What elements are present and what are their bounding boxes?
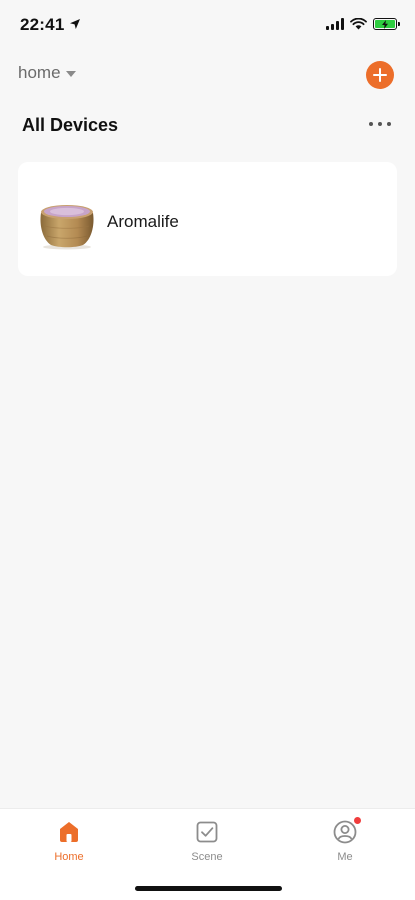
section-title: All Devices (22, 115, 119, 135)
app-screen: 22:41 home All Devices Aromalife Home Sc… (0, 0, 415, 900)
wifi-icon (350, 18, 367, 30)
add-device-button[interactable] (366, 61, 394, 89)
tab-me[interactable]: Me (305, 817, 385, 871)
tab-scene[interactable]: Scene (167, 819, 247, 871)
home-icon (60, 822, 78, 842)
device-card[interactable]: Aromalife (18, 162, 397, 276)
ellipsis-icon (369, 122, 373, 126)
home-name: home (18, 63, 61, 82)
more-options-button[interactable] (367, 116, 393, 132)
cellular-signal-icon (326, 18, 344, 30)
status-icons (326, 17, 400, 31)
status-time: 22:41 (20, 15, 65, 34)
tab-home[interactable]: Home (29, 819, 109, 871)
checkbox-icon (196, 821, 218, 843)
device-name: Aromalife (107, 212, 179, 231)
aroma-diffuser-image (40, 205, 94, 250)
tab-label: Home (54, 851, 84, 863)
location-arrow-icon (70, 19, 80, 29)
user-icon (332, 817, 361, 845)
home-selector[interactable]: home (18, 63, 76, 83)
notification-badge (354, 817, 361, 824)
battery-charging-icon (373, 18, 400, 30)
home-indicator (135, 886, 282, 891)
tab-label: Scene (191, 851, 223, 863)
chevron-down-icon (65, 71, 76, 77)
tab-label: Me (337, 851, 353, 863)
status-bar: 22:41 (0, 0, 415, 50)
